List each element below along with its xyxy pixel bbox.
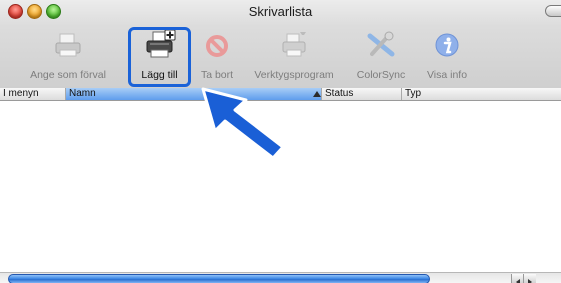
scroll-right-arrow-icon [528, 279, 532, 283]
delete-printer-button[interactable]: Ta bort [193, 24, 241, 86]
horizontal-scrollbar[interactable] [0, 272, 561, 283]
colorsync-button[interactable]: ColorSync [350, 24, 412, 86]
make-default-button[interactable]: Ange som förval [18, 24, 118, 86]
scroll-right-button[interactable] [523, 274, 536, 283]
sort-ascending-icon [313, 91, 321, 97]
make-default-label: Ange som förval [30, 69, 106, 81]
delete-icon [206, 35, 228, 57]
column-header-type[interactable]: Typ [402, 88, 561, 100]
column-header-status[interactable]: Status [322, 88, 402, 100]
utility-label: Verktygsprogram [254, 69, 334, 81]
utility-icon [282, 32, 306, 57]
toolbar-toggle-button[interactable] [545, 5, 561, 17]
show-info-button[interactable]: Visa info [416, 24, 478, 86]
info-icon [435, 33, 459, 57]
title-bar[interactable]: Skrivarlista [0, 0, 561, 22]
column-header-in-menu[interactable]: I menyn [0, 88, 66, 100]
colorsync-icon [367, 31, 395, 57]
window-chrome: Skrivarlista Ange som förval Lägg till T… [0, 0, 561, 89]
printer-default-icon [55, 33, 81, 57]
colorsync-label: ColorSync [356, 69, 406, 81]
pointer-arrow-icon [201, 87, 285, 160]
utility-button[interactable]: Verktygsprogram [241, 24, 347, 86]
show-info-label: Visa info [426, 69, 468, 81]
delete-printer-label: Ta bort [200, 69, 234, 81]
window-title: Skrivarlista [248, 4, 313, 19]
add-button-highlight [128, 27, 191, 87]
printer-list-window: Skrivarlista Ange som förval Lägg till T… [0, 0, 561, 283]
scroll-thumb[interactable] [8, 274, 430, 283]
